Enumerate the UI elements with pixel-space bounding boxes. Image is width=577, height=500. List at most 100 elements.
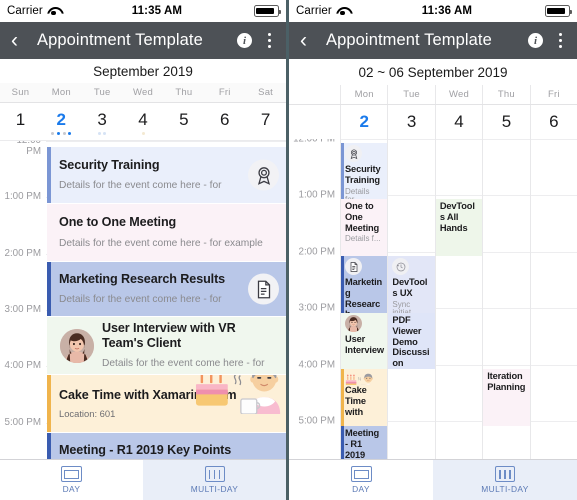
tab-day[interactable]: DAY [289, 460, 433, 500]
date-cell-2[interactable]: 2 [340, 105, 387, 139]
info-icon[interactable]: i [528, 33, 543, 48]
day-column-2[interactable]: Security Training Details for... One to … [340, 139, 388, 478]
date-number: 2 [56, 110, 67, 129]
more-vertical-icon[interactable] [559, 33, 563, 48]
event-card[interactable]: Cake Time with [341, 369, 388, 426]
event-title: PDF Viewer Demo Discussion [392, 315, 430, 369]
event-accent-bar [341, 369, 344, 426]
event-accent-bar [341, 256, 344, 313]
tab-day[interactable]: DAY [0, 460, 143, 500]
date-cell-7[interactable]: 7 [245, 103, 286, 140]
more-vertical-icon[interactable] [268, 33, 272, 48]
event-card[interactable]: User Interview [341, 313, 388, 369]
date-cell-4[interactable]: 4 [434, 105, 482, 139]
event-details: Details f... [345, 234, 381, 244]
event-title: Cake Time with [345, 385, 367, 417]
event-card[interactable]: Cake Time with Xamarin Team Location: 60… [47, 375, 286, 433]
event-card[interactable]: One to One Meeting Details f... [341, 199, 388, 256]
event-title: Marketing Research Results [345, 277, 383, 313]
date-cell-3[interactable]: 3 [387, 105, 434, 139]
event-title: Iteration Planning [487, 371, 526, 392]
date-cell-5[interactable]: 5 [163, 103, 204, 140]
event-card[interactable]: DevTools All Hands [435, 199, 483, 256]
document-icon [248, 273, 279, 305]
hour-label: 2:00 PM [0, 247, 46, 259]
tab-bar: DAY MULTI-DAY [0, 459, 286, 500]
event-title: Meeting - R1 2019 [345, 428, 380, 459]
weekday-tue: Tue [93, 87, 111, 98]
avatar [60, 328, 94, 363]
date-cell-5[interactable]: 5 [482, 105, 529, 139]
event-card[interactable]: Marketing Research Results Details for..… [341, 256, 388, 313]
day-columns: 12:00 PM 1:00 PM 2:00 PM 3:00 PM 4:00 PM 5:00… [289, 139, 577, 478]
date-number: 4 [138, 110, 148, 129]
status-bar: Carrier 11:35 AM [0, 0, 286, 22]
date-cell-3[interactable]: 3 [82, 103, 123, 140]
event-indicator-dots [123, 130, 164, 137]
event-card[interactable]: Marketing Research Results Details for t… [47, 262, 286, 317]
carrier-label: Carrier [7, 5, 43, 17]
date-cell-6[interactable]: 6 [529, 105, 577, 139]
event-card[interactable]: DevTools UX Sync initiat... [388, 256, 435, 313]
date-selector-row: 23456 [289, 105, 577, 139]
date-cell-4[interactable]: 4 [123, 103, 164, 140]
day-view-screen: Carrier 11:35 AM ‹ Appointment Template … [0, 0, 289, 500]
hour-label: 5:00 PM [298, 415, 336, 427]
weekday-mon: Mon [340, 85, 387, 104]
tab-label: MULTI-DAY [190, 484, 239, 494]
event-card[interactable]: Meeting - R1 2019 [341, 426, 388, 459]
tab-multi-day[interactable]: MULTI-DAY [143, 460, 286, 500]
date-cell-1[interactable]: 1 [0, 103, 41, 140]
tab-label: DAY [62, 484, 81, 494]
event-card[interactable]: Security Training Details for the event … [47, 147, 286, 204]
weekday-thu: Thu [482, 85, 529, 104]
hour-label: 12:00 PM [293, 139, 335, 145]
tab-multi-day[interactable]: MULTI-DAY [433, 460, 577, 500]
date-spacer [289, 105, 340, 139]
hour-label: 12:00 PM [0, 141, 46, 157]
event-card[interactable]: One to One Meeting Details for the event… [47, 204, 286, 262]
event-title: User Interview [345, 334, 384, 355]
event-accent-bar [47, 317, 51, 374]
event-list: Security Training Details for the event … [47, 141, 286, 478]
event-details: Details for the event come here - for ex… [59, 237, 263, 249]
page-title: Appointment Template [37, 31, 203, 49]
day-column-6[interactable] [529, 139, 577, 478]
weekday-header-row: Sun Mon Tue Wed Thu Fri Sat [0, 83, 286, 103]
status-bar: Carrier 11:36 AM [289, 0, 577, 22]
day-view-icon [61, 466, 82, 482]
document-icon [345, 258, 362, 275]
hour-label: 2:00 PM [298, 246, 336, 258]
date-selector-row: 1 2 3 4 5 6 7 [0, 103, 286, 140]
event-title: User Interview with VR Team's Client [102, 320, 236, 350]
day-column-4[interactable]: DevTools All Hands [434, 139, 483, 478]
day-column-3[interactable]: DevTools UX Sync initiat... PDF Viewer D… [387, 139, 435, 478]
nav-bar: ‹ Appointment Template i [289, 22, 577, 59]
event-accent-bar [341, 426, 344, 459]
date-cell-2[interactable]: 2 [41, 103, 82, 140]
event-title: Security Training [345, 164, 381, 185]
event-details: Details for... [345, 186, 370, 199]
weekday-wed: Wed [434, 85, 482, 104]
event-card[interactable]: Security Training Details for... [341, 143, 388, 199]
event-card[interactable]: PDF Viewer Demo Discussion Features... [388, 313, 435, 369]
info-icon[interactable]: i [237, 33, 252, 48]
weekday-thu: Thu [175, 87, 193, 98]
date-cell-6[interactable]: 6 [204, 103, 245, 140]
day-column-5[interactable]: Iteration Planning [482, 139, 530, 478]
weekday-header-row: Mon Tue Wed Thu Fri [289, 85, 577, 105]
back-button[interactable]: ‹ [300, 30, 322, 51]
hour-label: 4:00 PM [298, 359, 336, 371]
multi-day-schedule[interactable]: 12:00 PM 1:00 PM 2:00 PM 3:00 PM 4:00 PM 5:00… [289, 139, 577, 478]
hour-label: 1:00 PM [0, 191, 46, 203]
day-schedule[interactable]: 12:00 PM 1:00 PM 2:00 PM 3:00 PM 4:00 PM… [0, 140, 286, 478]
event-indicator-dots [0, 130, 41, 137]
event-card[interactable]: Iteration Planning [483, 369, 530, 426]
screenshot-root: Carrier 11:35 AM ‹ Appointment Template … [0, 0, 577, 500]
tab-bar: DAY MULTI-DAY [289, 459, 577, 500]
back-button[interactable]: ‹ [11, 30, 33, 51]
event-title: DevTools All Hands [439, 201, 475, 233]
event-title: One to One Meeting [59, 215, 177, 230]
event-card[interactable]: User Interview with VR Team's Client Det… [47, 317, 286, 375]
hour-label: 3:00 PM [298, 302, 336, 314]
